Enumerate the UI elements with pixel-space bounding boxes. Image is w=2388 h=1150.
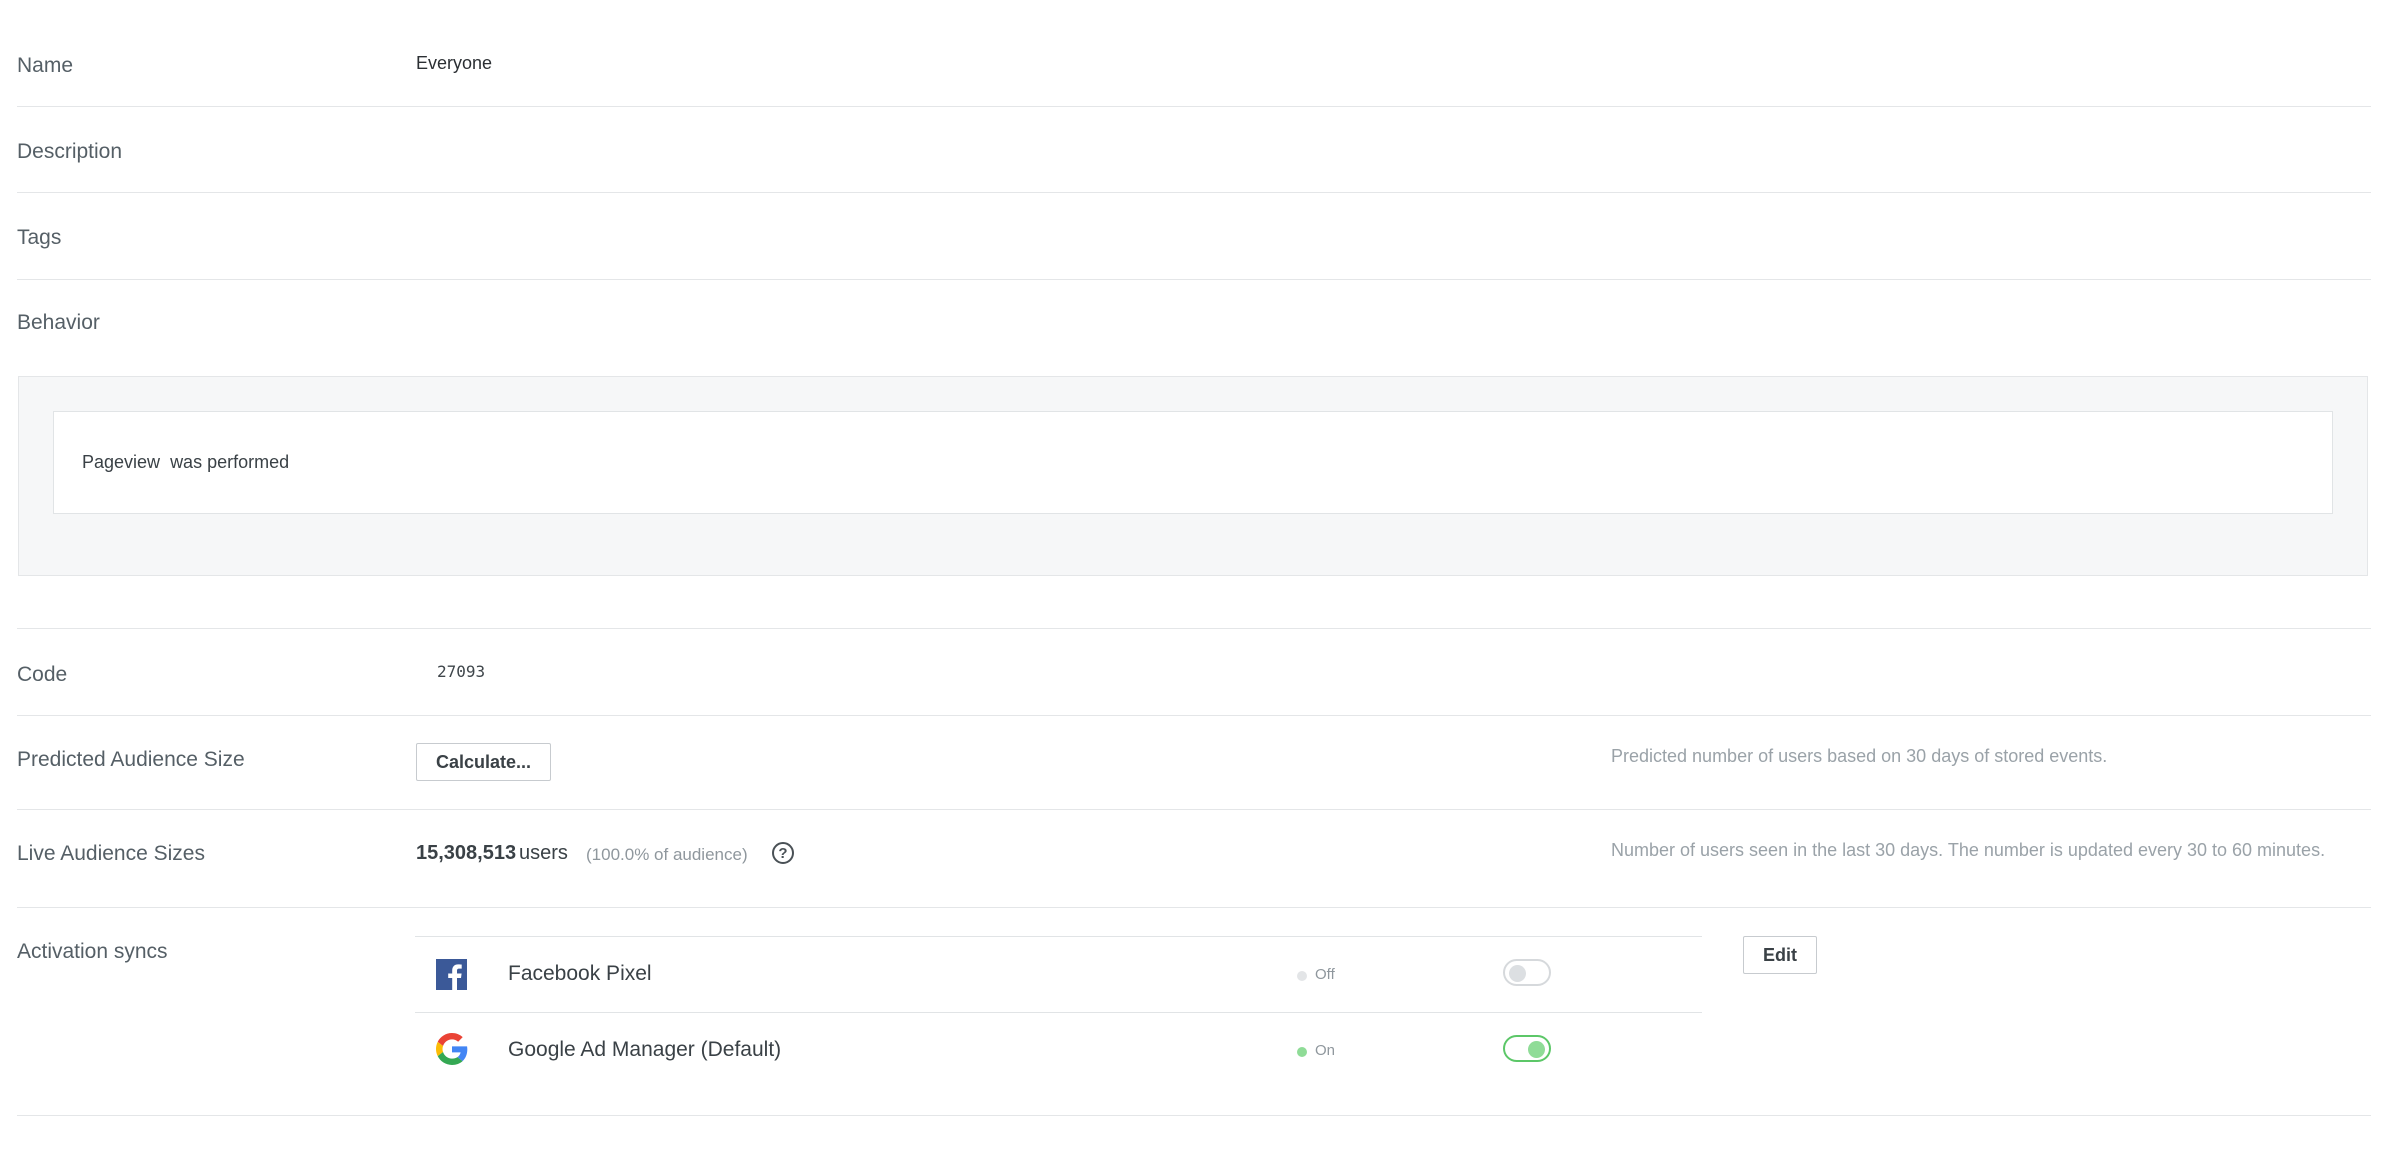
- predicted-size-label: Predicted Audience Size: [17, 748, 245, 771]
- behavior-rule-text: Pageview was performed: [82, 452, 289, 473]
- live-size-hint: Number of users seen in the last 30 days…: [1611, 840, 2326, 860]
- sync-row-google-ad-manager: Google Ad Manager (Default) On: [415, 1012, 1702, 1088]
- sync-toggle-facebook-pixel[interactable]: [1503, 959, 1551, 986]
- sync-name: Facebook Pixel: [508, 962, 652, 985]
- sync-status: Off: [1315, 966, 1335, 983]
- predicted-size-row: Predicted Audience Size Calculate... Pre…: [17, 715, 2371, 810]
- status-dot: [1297, 971, 1307, 981]
- live-size-label: Live Audience Sizes: [17, 842, 205, 865]
- google-icon: [436, 1033, 468, 1065]
- description-label: Description: [17, 140, 123, 163]
- code-row: Code 27093: [17, 628, 2371, 716]
- description-row: Description: [17, 106, 2371, 193]
- name-value[interactable]: Everyone: [416, 53, 492, 74]
- behavior-condition: was performed: [170, 452, 290, 472]
- behavior-event: Pageview: [82, 452, 161, 472]
- sync-row-facebook-pixel: Facebook Pixel Off: [415, 936, 1702, 1012]
- name-label: Name: [17, 54, 74, 77]
- sync-status: On: [1315, 1042, 1336, 1059]
- toggle-knob: [1528, 1041, 1545, 1058]
- tags-row: Tags: [17, 192, 2371, 280]
- live-size-count: 15,308,513: [416, 842, 517, 864]
- tags-label: Tags: [17, 226, 62, 249]
- name-row: Name Everyone: [17, 0, 2371, 107]
- toggle-knob: [1509, 965, 1526, 982]
- live-size-row: Live Audience Sizes 15,308,513 users (10…: [17, 809, 2371, 908]
- status-dot: [1297, 1047, 1307, 1057]
- behavior-container: Pageview was performed: [18, 376, 2368, 576]
- edit-button[interactable]: Edit: [1743, 936, 1817, 974]
- predicted-size-hint: Predicted number of users based on 30 da…: [1611, 746, 2108, 766]
- help-icon[interactable]: ?: [772, 842, 794, 864]
- behavior-label: Behavior: [17, 311, 100, 334]
- activation-syncs-label: Activation syncs: [17, 940, 168, 963]
- code-label: Code: [17, 663, 68, 686]
- calculate-button[interactable]: Calculate...: [416, 743, 551, 781]
- sync-toggle-google-ad-manager[interactable]: [1503, 1035, 1551, 1062]
- activation-syncs-table: Facebook Pixel Off Google Ad Manager (De…: [415, 936, 1702, 1088]
- live-size-percent: (100.0% of audience): [586, 845, 748, 864]
- live-size-unit: users: [519, 842, 568, 864]
- code-value: 27093: [437, 662, 486, 681]
- behavior-rule[interactable]: Pageview was performed: [53, 411, 2333, 514]
- facebook-icon: [436, 959, 467, 990]
- sync-name: Google Ad Manager (Default): [508, 1038, 782, 1061]
